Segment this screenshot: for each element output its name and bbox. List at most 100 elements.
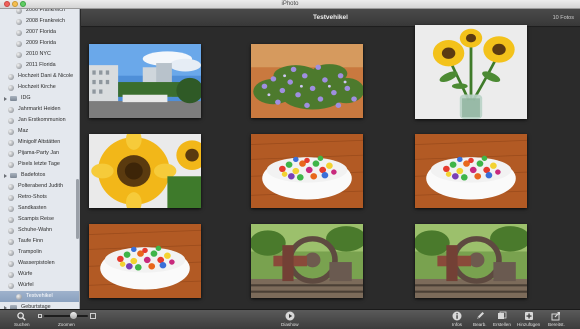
sidebar-item[interactable]: 2007 Florida xyxy=(16,27,56,38)
sidebar-item[interactable]: Schuhe-Wahn xyxy=(8,225,52,236)
album-icon xyxy=(16,293,22,300)
sidebar-item-label: Würfe xyxy=(18,271,33,277)
photo-thumbnail[interactable] xyxy=(251,44,363,118)
sidebar-item[interactable]: Wasserpistolen xyxy=(8,258,55,269)
sidebar-item[interactable]: Würfe xyxy=(8,269,32,280)
photo-thumbnail[interactable] xyxy=(89,44,201,118)
event-icon xyxy=(16,18,22,25)
sidebar-item-label: Hochzeit Dani & Nicole xyxy=(18,73,74,79)
sidebar-item-label: 2010 NYC xyxy=(26,51,51,57)
photo-grid xyxy=(81,25,580,309)
disclosure-triangle-icon[interactable] xyxy=(4,96,7,101)
sidebar-item[interactable]: Testvehikel xyxy=(0,291,79,302)
info-button[interactable]: Infos xyxy=(452,311,462,329)
create-label: Erstellen xyxy=(493,322,511,327)
zoom-label: Zoomen xyxy=(58,322,75,327)
sidebar-item-label: Scampis Reise xyxy=(18,216,54,222)
sidebar-item-label: Geburtstage xyxy=(21,304,51,309)
sidebar-item[interactable]: Jahrmarkt Heiden xyxy=(8,104,61,115)
add-to-button[interactable]: Hinzufügen xyxy=(517,311,540,329)
sidebar-item[interactable]: Badefotos xyxy=(4,170,45,181)
bottom-toolbar: Suchen Zoomen Diashow Infos Bearb. Erste… xyxy=(0,309,580,329)
sidebar-item[interactable]: Hochzeit Kirche xyxy=(8,82,56,93)
sidebar-scrollbar[interactable] xyxy=(76,179,79,239)
sidebar-item[interactable]: Taufe Finn xyxy=(8,236,43,247)
sidebar-item[interactable]: 2010 NYC xyxy=(16,49,51,60)
search-button[interactable]: Suchen xyxy=(14,311,30,329)
sidebar-item-label: Jahrmarkt Heiden xyxy=(18,106,61,112)
sidebar-item-label: Maz xyxy=(18,128,29,134)
disclosure-triangle-icon[interactable] xyxy=(4,173,7,178)
album-icon xyxy=(8,194,14,201)
sidebar-item[interactable]: Scampis Reise xyxy=(8,214,54,225)
sidebar-item[interactable]: Trampolin xyxy=(8,247,42,258)
photo-thumbnail[interactable] xyxy=(251,224,363,298)
event-icon xyxy=(16,62,22,69)
album-icon xyxy=(8,128,14,135)
pencil-icon xyxy=(475,311,485,321)
album-icon xyxy=(8,249,14,256)
edit-label: Bearb. xyxy=(473,322,487,327)
photo-thumbnail[interactable] xyxy=(415,134,527,208)
search-label: Suchen xyxy=(14,322,30,327)
create-icon xyxy=(497,311,507,321)
slideshow-button[interactable]: Diashow xyxy=(281,311,299,329)
sidebar-item-label: Schuhe-Wahn xyxy=(18,227,52,233)
sidebar-item[interactable]: 2011 Florida xyxy=(16,60,56,71)
sidebar-item-label: Polterabend Judith xyxy=(18,183,63,189)
title-bar: iPhoto xyxy=(0,0,580,9)
share-button[interactable]: Bereitst. xyxy=(548,311,565,329)
sidebar-item[interactable]: 2008 Frankreich xyxy=(16,16,65,27)
share-label: Bereitst. xyxy=(548,322,565,327)
edit-button[interactable]: Bearb. xyxy=(473,311,487,329)
album-icon xyxy=(8,106,14,113)
sidebar-item[interactable]: Pixels letzte Tage xyxy=(8,159,60,170)
sidebar-item[interactable]: IDG xyxy=(4,93,31,104)
zoom-slider[interactable] xyxy=(44,315,88,317)
create-button[interactable]: Erstellen xyxy=(493,311,511,329)
sidebar-item[interactable]: Sandkasten xyxy=(8,203,46,214)
sidebar-item[interactable]: Minigolf Altstätten xyxy=(8,137,60,148)
sidebar-item[interactable]: Jan Erstkommunion xyxy=(8,115,66,126)
album-icon xyxy=(8,161,14,168)
album-icon xyxy=(8,84,14,91)
share-icon xyxy=(551,311,561,321)
album-icon xyxy=(8,139,14,146)
album-icon xyxy=(8,117,14,124)
sidebar-item-label: IDG xyxy=(21,95,31,101)
sidebar-item-label: Jan Erstkommunion xyxy=(18,117,66,123)
photo-thumbnail[interactable] xyxy=(415,25,527,119)
sidebar-item[interactable]: Maz xyxy=(8,126,28,137)
sidebar-item[interactable]: Geburtstage xyxy=(4,302,51,309)
sidebar-item-label: Taufe Finn xyxy=(18,238,44,244)
sidebar-item-label: 2009 Florida xyxy=(26,40,56,46)
album-icon xyxy=(8,227,14,234)
photo-thumbnail[interactable] xyxy=(89,224,201,298)
sidebar-item[interactable]: Polterabend Judith xyxy=(8,181,63,192)
sidebar-item-label: 2011 Florida xyxy=(26,62,56,68)
zoom-slider-knob[interactable] xyxy=(70,312,77,319)
sidebar-item[interactable]: 2009 Florida xyxy=(16,38,56,49)
sidebar-item-label: Pixels letzte Tage xyxy=(18,161,60,167)
sidebar-item-label: Badefotos xyxy=(21,172,46,178)
photo-thumbnail[interactable] xyxy=(89,134,201,208)
sidebar-item-label: 2008 Frankreich xyxy=(26,18,65,24)
sidebar-item[interactable]: Retro-Shots xyxy=(8,192,47,203)
album-icon xyxy=(8,282,14,289)
plus-icon xyxy=(524,311,534,321)
event-icon xyxy=(16,40,22,47)
album-icon xyxy=(8,150,14,157)
zoom-in-icon xyxy=(90,313,96,319)
photo-thumbnail[interactable] xyxy=(415,224,527,298)
play-icon xyxy=(285,311,295,321)
event-icon xyxy=(16,29,22,36)
photo-thumbnail[interactable] xyxy=(251,134,363,208)
folder-icon xyxy=(10,173,17,178)
sidebar-item[interactable]: 2006 Frankreich xyxy=(16,9,65,16)
sidebar-item-label: Hochzeit Kirche xyxy=(18,84,56,90)
sidebar-item-label: Würfel xyxy=(18,282,34,288)
sidebar-item[interactable]: Pijama-Party Jan xyxy=(8,148,59,159)
album-icon xyxy=(8,205,14,212)
sidebar-item[interactable]: Hochzeit Dani & Nicole xyxy=(8,71,73,82)
sidebar-item[interactable]: Würfel xyxy=(8,280,34,291)
